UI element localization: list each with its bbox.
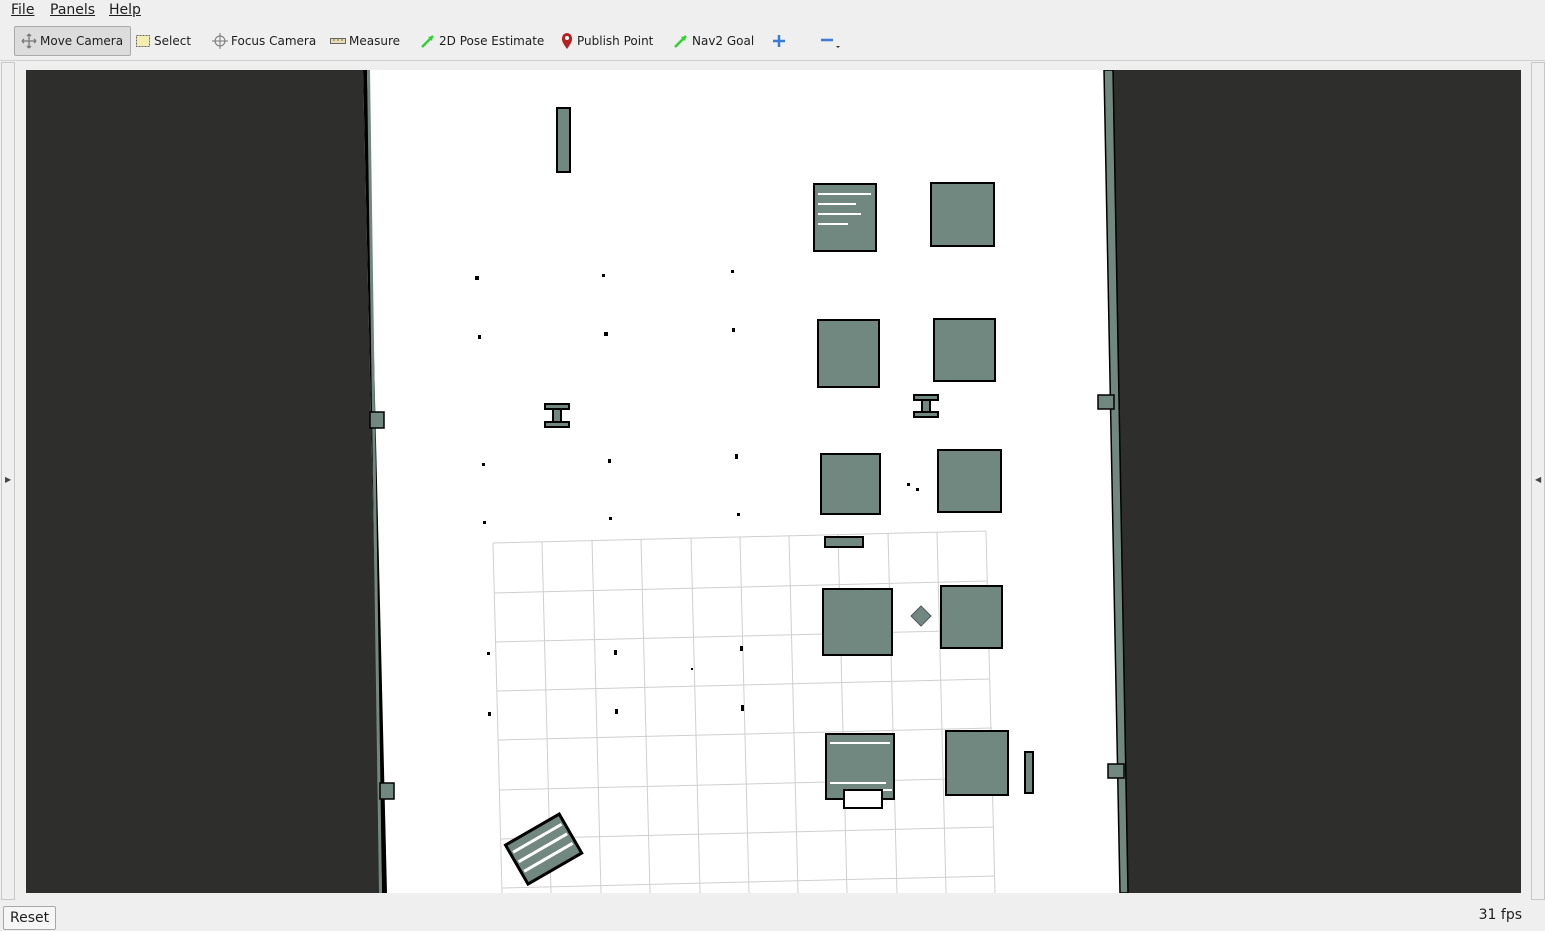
move-camera-label: Move Camera — [40, 34, 124, 48]
measure-button[interactable]: Measure — [330, 26, 400, 56]
fps-counter: 31 fps — [1478, 907, 1522, 923]
menu-panels[interactable]: Panels — [50, 2, 95, 18]
expand-right-icon: ▶ — [5, 475, 12, 484]
pose-estimate-button[interactable]: 2D Pose Estimate — [420, 26, 544, 56]
reset-button[interactable]: Reset — [3, 906, 57, 930]
minus-icon — [821, 38, 840, 48]
plus-icon — [773, 35, 785, 47]
goal-arrow-icon — [674, 35, 687, 48]
publish-point-label: Publish Point — [577, 34, 654, 48]
publish-point-button[interactable]: Publish Point — [560, 26, 653, 56]
free-space-area — [363, 70, 1124, 893]
move-camera-icon — [21, 33, 37, 49]
pose-estimate-label: 2D Pose Estimate — [439, 34, 545, 48]
nav2-goal-label: Nav2 Goal — [692, 34, 755, 48]
render-viewport[interactable] — [26, 70, 1521, 893]
add-tool-button[interactable] — [772, 26, 789, 56]
focus-camera-button[interactable]: Focus Camera — [212, 26, 316, 56]
ruler-icon — [330, 38, 346, 44]
right-panel-toggle[interactable]: ◀ — [1531, 62, 1545, 900]
expand-left-icon: ◀ — [1535, 475, 1542, 484]
remove-tool-button[interactable] — [820, 26, 845, 56]
menu-bar: File Panels Help — [0, 0, 1545, 23]
measure-label: Measure — [349, 34, 400, 48]
menu-file[interactable]: File — [11, 2, 34, 18]
map-pin-icon — [562, 33, 572, 49]
status-bar: Reset 31 fps — [0, 900, 1545, 931]
select-button[interactable]: Select — [135, 26, 191, 56]
left-panel-toggle[interactable]: ▶ — [1, 62, 15, 900]
focus-camera-label: Focus Camera — [231, 34, 317, 48]
menu-help[interactable]: Help — [109, 2, 141, 18]
select-icon — [136, 35, 150, 47]
move-camera-button[interactable]: Move Camera — [14, 26, 131, 56]
pose-arrow-icon — [421, 35, 434, 48]
occupancy-map — [363, 70, 1129, 893]
nav2-goal-button[interactable]: Nav2 Goal — [673, 26, 754, 56]
focus-camera-icon — [212, 33, 228, 49]
tool-bar: Move Camera Select Focus Camera Measure … — [0, 22, 1545, 61]
select-label: Select — [154, 34, 192, 48]
